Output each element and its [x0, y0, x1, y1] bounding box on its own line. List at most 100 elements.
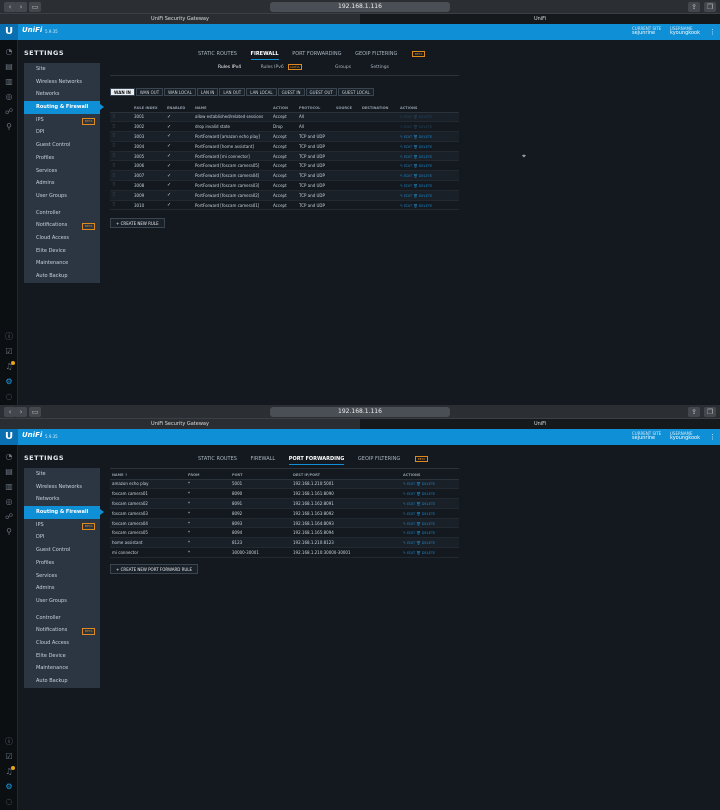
insights-icon[interactable]: ⚲ [4, 122, 14, 132]
forward-icon[interactable]: › [15, 2, 27, 12]
forward-icon[interactable]: › [15, 407, 27, 417]
edit-button[interactable]: EDIT [404, 125, 412, 129]
edit-button[interactable]: EDIT [407, 522, 415, 526]
drag-handle-icon[interactable]: ⠿ [110, 200, 132, 211]
sidebar-item-auto-backup[interactable]: Auto Backup [24, 675, 100, 688]
settings-icon[interactable]: ⚙ [4, 377, 14, 387]
tabs-overview-icon[interactable]: ❐ [704, 2, 716, 12]
table-row[interactable]: foscam camera04 * 8093 192.168.1.164:8093 ✎ … [110, 518, 459, 529]
address-bar[interactable]: 192.168.1.116 [270, 2, 450, 12]
tab-firewall[interactable]: FIREWALL [251, 51, 279, 57]
dashboard-icon[interactable]: ◔ [4, 452, 14, 462]
stats-icon[interactable]: ▤ [4, 467, 14, 477]
tab-geoip-filtering[interactable]: GEOIP FILTERING [355, 51, 397, 57]
events-icon[interactable]: ☑ [4, 752, 14, 762]
sidebar-item-profiles[interactable]: Profiles [24, 557, 100, 570]
menu-icon[interactable]: ⋮ [709, 28, 716, 36]
sidebar-item-services[interactable]: Services [24, 570, 100, 583]
ubiquiti-logo-icon[interactable]: U [0, 429, 18, 445]
column-header-source[interactable]: SOURCE [334, 105, 360, 113]
edit-button[interactable]: EDIT [407, 551, 415, 555]
column-header-destination[interactable]: DESTINATION [360, 105, 398, 113]
share-icon[interactable]: ⇪ [688, 407, 700, 417]
delete-button[interactable]: DELETE [419, 125, 432, 129]
edit-button[interactable]: EDIT [404, 145, 412, 149]
user-menu[interactable]: USERNAME kyoungkook [670, 26, 700, 36]
edit-button[interactable]: EDIT [404, 135, 412, 139]
sidebar-item-notifications[interactable]: Notifications BETA [24, 624, 100, 637]
sidebar-item-user-groups[interactable]: User Groups [24, 595, 100, 608]
delete-button[interactable]: DELETE [422, 531, 435, 535]
create-port-forward-button[interactable]: + CREATE NEW PORT FORWARD RULE [110, 564, 199, 574]
filter-guest-out[interactable]: GUEST OUT [305, 88, 337, 96]
tab-static-routes[interactable]: STATIC ROUTES [198, 456, 237, 462]
create-new-rule-button[interactable]: + CREATE NEW RULE [110, 218, 165, 228]
chat-icon[interactable]: ◌ [4, 392, 14, 402]
address-bar[interactable]: 192.168.1.116 [270, 407, 450, 417]
edit-button[interactable]: EDIT [407, 502, 415, 506]
subtab-rules-ipv6[interactable]: Rules IPv6 [261, 65, 284, 70]
sidebar-item-networks[interactable]: Networks [24, 493, 100, 506]
sidebar-item-guest-control[interactable]: Guest Control [24, 139, 100, 152]
table-row[interactable]: ⠿ 3007 ✓ PortForward [foscam camera04] Accep… [110, 170, 459, 182]
sidebar-item-notifications[interactable]: Notifications BETA [24, 219, 100, 232]
edit-button[interactable]: EDIT [404, 194, 412, 198]
edit-button[interactable]: EDIT [404, 174, 412, 178]
insights-icon[interactable]: ⚲ [4, 527, 14, 537]
sidebar-item-controller[interactable]: Controller [24, 207, 100, 220]
sidebar-item-site[interactable]: Site [24, 468, 100, 481]
sidebar-item-guest-control[interactable]: Guest Control [24, 544, 100, 557]
clients-icon[interactable]: ☍ [4, 107, 14, 117]
delete-button[interactable]: DELETE [419, 135, 432, 139]
ubiquiti-logo-icon[interactable]: U [0, 24, 18, 40]
filter-lan-local[interactable]: LAN LOCAL [246, 88, 277, 96]
sidebar-toggle-icon[interactable]: ▭ [29, 407, 41, 417]
table-row[interactable]: ⠿ 3010 ✓ PortForward [foscam camera01] Accep… [110, 200, 459, 211]
table-row[interactable]: ⠿ 3009 ✓ PortForward [foscam camera02] Accep… [110, 190, 459, 201]
delete-button[interactable]: DELETE [419, 115, 432, 119]
alerts-icon[interactable]: ♫ [4, 361, 15, 372]
sidebar-item-maintenance[interactable]: Maintenance [24, 257, 100, 270]
drag-handle-icon[interactable]: ⠿ [110, 190, 132, 201]
subtab-rules-ipv4[interactable]: Rules IPv4 [218, 65, 241, 70]
tab-firewall[interactable]: FIREWALL [251, 456, 276, 462]
clients-icon[interactable]: ☍ [4, 512, 14, 522]
sidebar-item-admins[interactable]: Admins [24, 582, 100, 595]
tab-static-routes[interactable]: STATIC ROUTES [198, 51, 237, 57]
delete-button[interactable]: DELETE [419, 145, 432, 149]
browser-tab-gateway[interactable]: UniFi Security Gateway [0, 14, 360, 24]
edit-button[interactable]: EDIT [407, 531, 415, 535]
dashboard-icon[interactable]: ◔ [4, 47, 14, 57]
sidebar-item-user-groups[interactable]: User Groups [24, 190, 100, 203]
delete-button[interactable]: DELETE [419, 184, 432, 188]
table-row[interactable]: ⠿ 3004 ✓ PortForward [home assistant] Accept… [110, 141, 459, 152]
browser-tab-unifi[interactable]: UniFi [360, 14, 720, 24]
table-row[interactable]: ⠿ 3005 ✓ PortForward [mi connector] Accept TC… [110, 151, 459, 162]
filter-guest-local[interactable]: GUEST LOCAL [337, 88, 374, 96]
table-row[interactable]: home assistant * 8123 192.168.1.210:8123 ✎ E… [110, 537, 459, 549]
site-selector[interactable]: CURRENT SITE sejunrine [632, 431, 661, 441]
drag-handle-icon[interactable]: ⠿ [110, 151, 132, 162]
delete-button[interactable]: DELETE [419, 204, 432, 208]
drag-handle-icon[interactable]: ⠿ [110, 160, 132, 172]
edit-button[interactable]: EDIT [404, 155, 412, 159]
subtab-settings[interactable]: Settings [370, 65, 388, 70]
share-icon[interactable]: ⇪ [688, 2, 700, 12]
column-header-name[interactable]: NAME ↑ [110, 472, 186, 480]
table-row[interactable]: foscam camera05 * 8094 192.168.1.165:8094 ✎ … [110, 527, 459, 539]
table-row[interactable]: ⠿ 3003 ✓ PortForward [amazon echo play] Acce… [110, 131, 459, 142]
devices-icon[interactable]: ◎ [4, 92, 14, 102]
delete-button[interactable]: DELETE [422, 502, 435, 506]
edit-button[interactable]: EDIT [404, 164, 412, 168]
events-icon[interactable]: ☑ [4, 347, 14, 357]
drag-handle-icon[interactable]: ⠿ [110, 121, 132, 133]
edit-button[interactable]: EDIT [407, 541, 415, 545]
table-row[interactable]: foscam camera01 * 8090 192.168.1.161:8090 ✎ … [110, 488, 459, 500]
table-row[interactable]: mi connector * 30000-30001 192.168.1.210:30… [110, 547, 459, 558]
browser-tab-unifi[interactable]: UniFi [360, 419, 720, 429]
column-header-name[interactable]: NAME [193, 105, 271, 113]
sidebar-item-dpi[interactable]: DPI [24, 126, 100, 139]
sidebar-item-wireless[interactable]: Wireless Networks [24, 76, 100, 89]
sidebar-item-profiles[interactable]: Profiles [24, 152, 100, 165]
info-icon[interactable]: ⓘ [4, 737, 14, 747]
